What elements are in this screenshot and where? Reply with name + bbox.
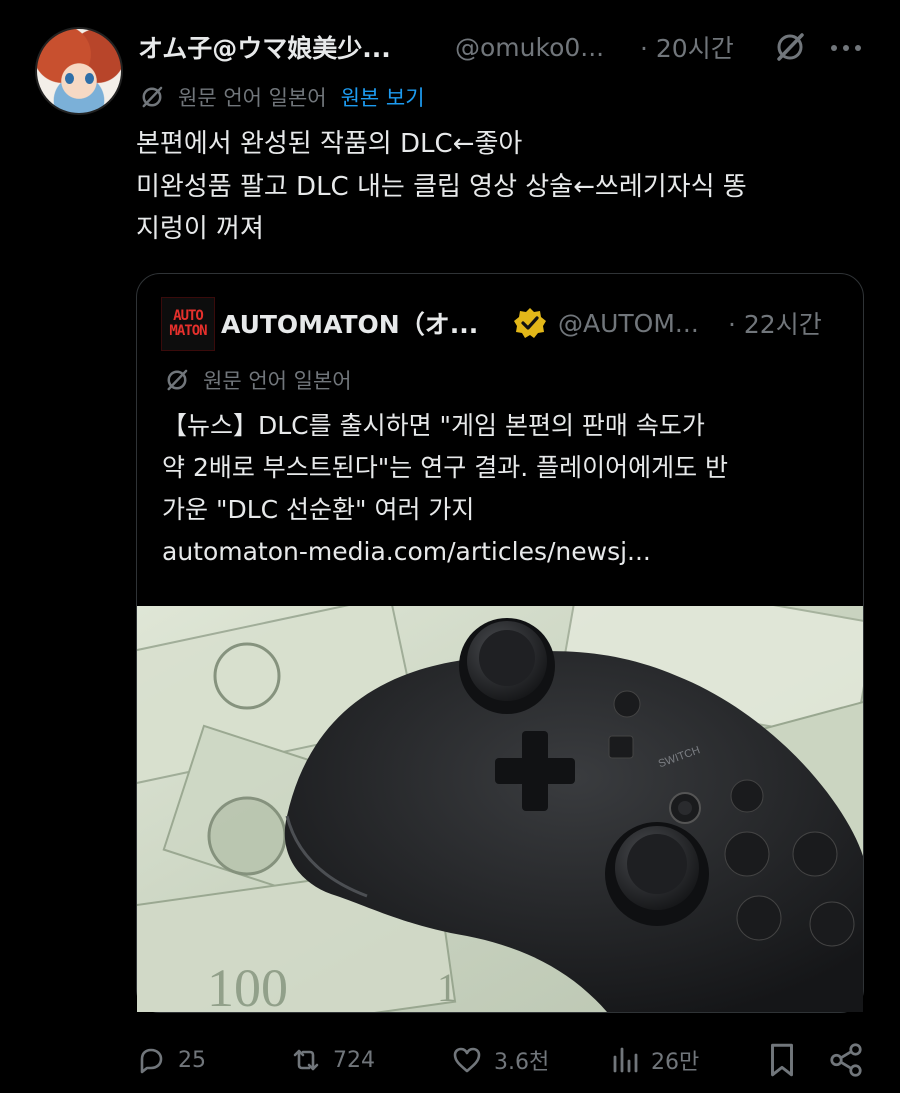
tweet-text-line: 본편에서 완성된 작품의 DLC←좋아 xyxy=(136,129,523,159)
reply-count: 25 xyxy=(178,1047,206,1073)
svg-text:1: 1 xyxy=(437,965,457,1010)
quoted-author-handle[interactable]: @AUTOM... xyxy=(558,305,699,341)
like-action[interactable]: 3.6천 xyxy=(450,1040,549,1080)
quoted-post-time[interactable]: · 22시간 xyxy=(728,305,822,341)
translate-icon xyxy=(167,369,188,391)
quoted-text-line: 약 2배로 부스트된다"는 연구 결과. 플레이어에게도 반 xyxy=(162,453,729,482)
tweet-text-line: 미완성품 팔고 DLC 내는 클립 영상 상술←쓰레기자식 똥 xyxy=(136,171,747,202)
author-avatar[interactable] xyxy=(35,27,123,115)
quoted-link-url[interactable]: automaton-media.com/articles/newsj... xyxy=(162,531,852,573)
repost-action[interactable]: 724 xyxy=(289,1040,375,1080)
author-handle[interactable]: @omuko0... xyxy=(455,30,604,64)
more-icon[interactable] xyxy=(826,34,866,62)
reply-icon xyxy=(140,1048,163,1074)
quoted-author-name[interactable]: AUTOMATON（オ... xyxy=(221,305,478,341)
translated-from-label: 원문 언어 일본어 xyxy=(178,86,327,110)
views-count: 26만 xyxy=(651,1050,700,1075)
quoted-tweet-image[interactable]: 100 1 SWITCH xyxy=(137,606,863,1012)
author-name[interactable]: オム子@ウマ娘美少... xyxy=(138,30,391,64)
views-action[interactable]: 26만 xyxy=(607,1040,699,1080)
automaton-logo[interactable]: AUTO MATON xyxy=(161,297,215,351)
quoted-translated-from-label: 원문 언어 일본어 xyxy=(203,369,352,393)
verified-badge-icon xyxy=(514,308,546,338)
heart-icon xyxy=(453,1047,481,1073)
repost-icon xyxy=(293,1049,319,1071)
like-count: 3.6천 xyxy=(494,1050,550,1075)
grok-icon[interactable] xyxy=(773,30,807,64)
quoted-translation-line: 원문 언어 일본어 xyxy=(163,363,352,397)
quoted-tweet-text: 【뉴스】DLC를 출시하면 "게임 본편의 판매 속도가 약 2배로 부스트된다… xyxy=(162,405,852,573)
translation-line: 원문 언어 일본어 원본 보기 xyxy=(138,80,425,114)
reply-action[interactable]: 25 xyxy=(134,1040,206,1080)
repost-count: 724 xyxy=(333,1047,375,1073)
quoted-text-line: 【뉴스】DLC를 출시하면 "게임 본편의 판매 속도가 xyxy=(162,411,705,440)
share-icon[interactable] xyxy=(828,1041,864,1079)
quoted-text-line: 가운 "DLC 선순환" 여러 가지 xyxy=(162,495,475,524)
tweet-text: 본편에서 완성된 작품의 DLC←좋아 미완성품 팔고 DLC 내는 클립 영상… xyxy=(136,123,876,251)
translate-icon xyxy=(142,86,163,108)
svg-text:100: 100 xyxy=(207,958,288,1012)
bookmark-icon[interactable] xyxy=(764,1041,800,1079)
views-icon xyxy=(613,1047,638,1073)
post-time[interactable]: · 20시간 xyxy=(640,30,734,64)
view-original-link[interactable]: 원본 보기 xyxy=(341,82,425,112)
tweet-text-line: 지렁이 꺼져 xyxy=(136,214,264,244)
